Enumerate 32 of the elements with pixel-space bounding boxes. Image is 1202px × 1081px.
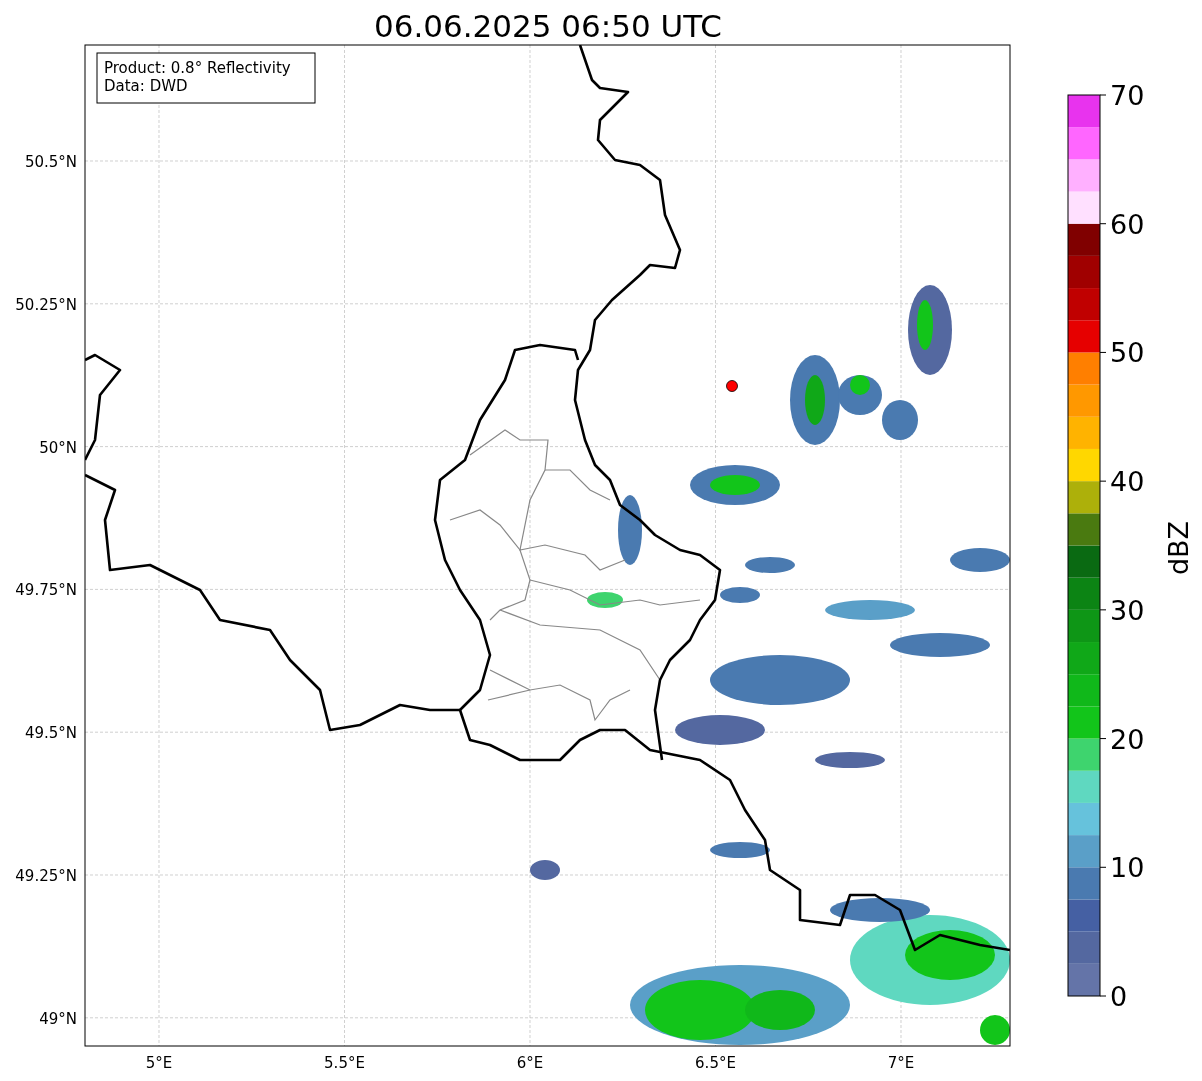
colorbar-tick-label: 70 xyxy=(1110,80,1145,111)
info-text: Product: 0.8° Reflectivity xyxy=(104,59,291,77)
latitude-label: 49.5°N xyxy=(24,724,77,743)
tick-mark xyxy=(1099,738,1107,740)
tick-mark xyxy=(1099,609,1107,611)
colorbar-tick-label: 10 xyxy=(1110,852,1145,884)
chart-title: 06.06.2025 06:50 UTC xyxy=(374,8,722,44)
latitude-label: 49.75°N xyxy=(15,581,77,600)
colorbar-tick-label: 60 xyxy=(1110,208,1145,240)
latitude-label: 49.25°N xyxy=(15,867,77,885)
colorbar-tick-label: 20 xyxy=(1110,723,1145,755)
tick-mark xyxy=(1099,480,1107,482)
longitude-label: 7°E xyxy=(887,1054,915,1072)
info-text: Data: DWD xyxy=(104,77,188,95)
colorbar-tick-label: 40 xyxy=(1110,466,1145,498)
colorbar-tick-label: 30 xyxy=(1110,594,1145,626)
latitude-label: 50°N xyxy=(39,438,77,457)
latitude-label: 50.25°N xyxy=(15,295,77,314)
tick-mark xyxy=(1099,351,1107,353)
longitude-label: 6.5°E xyxy=(695,1054,736,1072)
colorbar-tick-label: 0 xyxy=(1110,981,1128,1012)
longitude-label: 5°E xyxy=(145,1054,173,1072)
latitude-label: 50.5°N xyxy=(24,153,77,171)
tick-mark xyxy=(1099,995,1107,997)
latitude-label: 49°N xyxy=(39,1009,77,1028)
tick-mark xyxy=(1099,223,1107,225)
colorbar-tick-label: 50 xyxy=(1110,337,1145,369)
longitude-label: 6°E xyxy=(516,1054,544,1072)
longitude-label: 5.5°E xyxy=(324,1054,365,1072)
tick-mark xyxy=(1099,94,1107,96)
tick-mark xyxy=(1099,866,1107,868)
colorbar-label: dBZ xyxy=(1163,520,1194,576)
